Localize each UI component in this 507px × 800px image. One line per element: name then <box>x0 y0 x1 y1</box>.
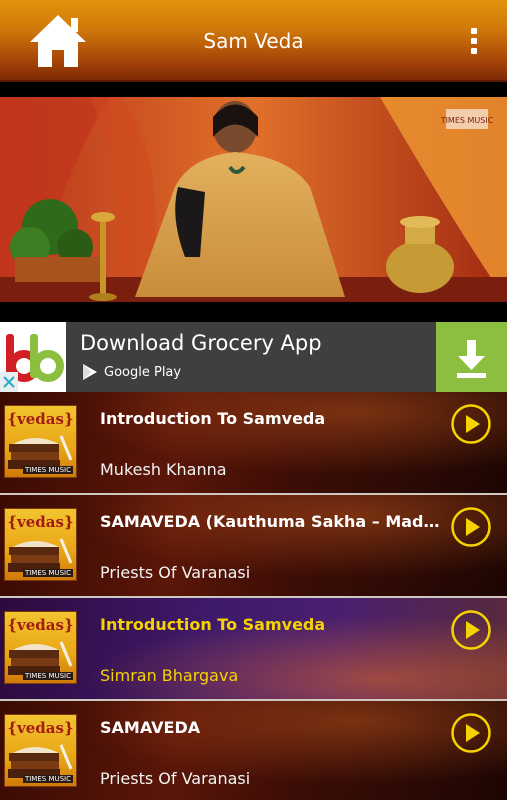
track-thumbnail: {vedas} TIMES MUSIC <box>4 714 77 787</box>
track-list: {vedas} TIMES MUSIC Introduction To Samv… <box>0 392 507 800</box>
download-icon <box>457 340 486 378</box>
play-icon <box>451 713 491 753</box>
play-button[interactable] <box>450 403 492 445</box>
video-frame: TIMES MUSIC <box>0 97 507 302</box>
track-thumbnail: {vedas} TIMES MUSIC <box>4 405 77 478</box>
track-thumbnail: {vedas} TIMES MUSIC <box>4 508 77 581</box>
track-row[interactable]: {vedas} TIMES MUSIC SAMAVEDA (Kauthuma S… <box>0 495 507 598</box>
ad-download-button[interactable] <box>436 322 507 392</box>
ad-store-badge: Google Play <box>80 362 181 382</box>
more-vert-icon <box>471 28 477 34</box>
page-title: Sam Veda <box>203 29 304 53</box>
ad-text-area[interactable]: Download Grocery App Google Play <box>66 322 436 392</box>
track-artist: Simran Bhargava <box>100 666 239 685</box>
track-artist: Mukesh Khanna <box>100 460 227 479</box>
track-row[interactable]: {vedas} TIMES MUSIC Introduction To Samv… <box>0 392 507 495</box>
play-button[interactable] <box>450 712 492 754</box>
track-title: Introduction To Samveda <box>100 409 326 428</box>
ad-close-button[interactable] <box>0 372 18 392</box>
track-artist: Priests Of Varanasi <box>100 769 251 788</box>
overflow-menu-button[interactable] <box>462 26 486 56</box>
play-icon <box>451 507 491 547</box>
track-row-active[interactable]: {vedas} TIMES MUSIC Introduction To Samv… <box>0 598 507 701</box>
play-icon <box>451 404 491 444</box>
channel-logo: TIMES MUSIC <box>440 116 494 125</box>
track-artist: Priests Of Varanasi <box>100 563 251 582</box>
play-button[interactable] <box>450 506 492 548</box>
track-thumbnail: {vedas} TIMES MUSIC <box>4 611 77 684</box>
ad-headline: Download Grocery App <box>80 331 322 355</box>
track-title: SAMAVEDA (Kauthuma Sakha – Madra Pa… <box>100 512 440 531</box>
track-row[interactable]: {vedas} TIMES MUSIC SAMAVEDA Priests Of … <box>0 701 507 800</box>
ad-banner[interactable]: Download Grocery App Google Play <box>0 322 507 392</box>
play-button[interactable] <box>450 609 492 651</box>
ad-store-label: Google Play <box>104 364 182 380</box>
close-icon <box>3 376 15 388</box>
track-title: SAMAVEDA <box>100 718 201 737</box>
video-player[interactable]: TIMES MUSIC <box>0 97 507 302</box>
google-play-icon <box>83 364 97 380</box>
app-bar: Sam Veda <box>0 0 507 82</box>
track-title: Introduction To Samveda <box>100 615 326 634</box>
play-icon <box>451 610 491 650</box>
